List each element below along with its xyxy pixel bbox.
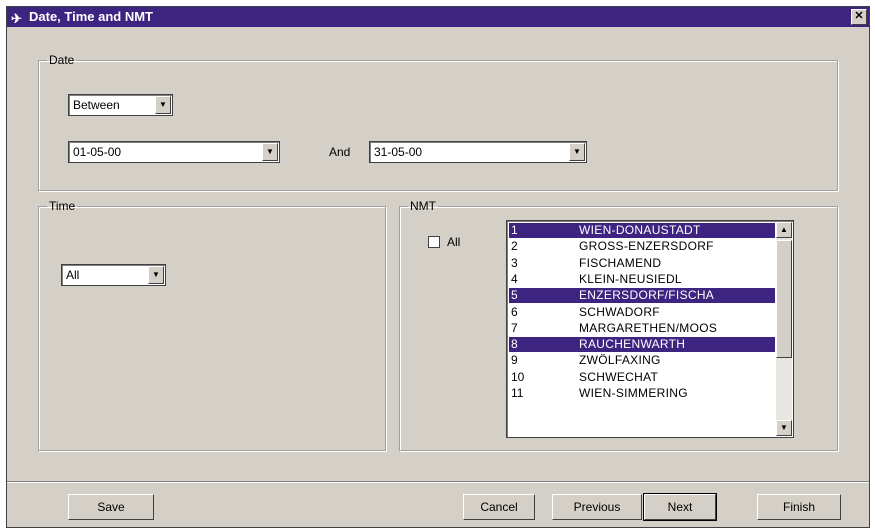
nmt-item-name: GROSS-ENZERSDORF [579,239,714,254]
nmt-all-label: All [447,235,461,249]
airplane-icon: ✈ [11,11,22,26]
nmt-item-name: FISCHAMEND [579,255,662,270]
date-from-select[interactable]: 01-05-00 ▼ [68,141,280,163]
nmt-legend: NMT [410,199,436,213]
nmt-item-number: 7 [511,320,518,335]
window-title: Date, Time and NMT [29,9,154,24]
chevron-down-icon[interactable]: ▼ [569,143,585,161]
nmt-list-item[interactable]: 10 SCHWECHAT [509,370,775,385]
next-button[interactable]: Next [643,493,717,521]
dialog-window: ✈ Date, Time and NMT ✕ Date Between ▼ 01… [6,6,870,528]
date-group: Date [38,53,838,191]
nmt-list-item[interactable]: 5 ENZERSDORF/FISCHA [509,288,775,304]
time-select[interactable]: All ▼ [61,264,166,286]
nmt-item-number: 6 [511,304,518,319]
nmt-item-name: WIEN-SIMMERING [579,386,688,400]
cancel-button[interactable]: Cancel [463,494,535,520]
nmt-item-name: MARGARETHEN/MOOS [579,320,718,335]
nmt-all-checkbox[interactable] [428,236,440,248]
nmt-item-number: 8 [511,337,518,352]
nmt-item-number: 10 [511,369,525,384]
nmt-list-item[interactable]: 9 ZWÖLFAXING [509,353,775,368]
close-icon: ✕ [854,10,864,22]
nmt-item-name: ZWÖLFAXING [579,353,661,368]
date-from-value: 01-05-00 [73,145,122,159]
nmt-list-item[interactable]: 4 KLEIN-NEUSIEDL [509,272,775,287]
scroll-thumb[interactable] [776,240,792,358]
footer-divider [7,481,869,483]
nmt-list-item[interactable]: 8 RAUCHENWARTH [509,337,775,353]
date-mode-value: Between [73,98,120,112]
nmt-item-name: WIEN-DONAUSTADT [579,223,701,237]
nmt-item-name: KLEIN-NEUSIEDL [579,271,682,286]
chevron-down-icon[interactable]: ▼ [262,143,278,161]
nmt-item-number: 9 [511,353,518,368]
finish-button[interactable]: Finish [757,494,841,520]
nmt-list-item[interactable]: 2 GROSS-ENZERSDORF [509,239,775,254]
time-legend: Time [49,199,76,213]
date-to-value: 31-05-00 [374,145,423,159]
nmt-item-number: 3 [511,255,518,270]
nmt-item-number: 2 [511,239,518,254]
nmt-list-item[interactable]: 1 WIEN-DONAUSTADT [509,223,775,238]
nmt-item-name: RAUCHENWARTH [579,337,686,352]
save-button[interactable]: Save [68,494,154,520]
scroll-down-icon[interactable]: ▼ [776,420,792,436]
nmt-list-item[interactable]: 3 FISCHAMEND [509,256,775,271]
previous-button[interactable]: Previous [552,494,642,520]
date-to-select[interactable]: 31-05-00 ▼ [369,141,587,163]
time-value: All [66,268,80,282]
time-group: Time [38,199,386,451]
nmt-list-item[interactable]: 6 SCHWADORF [509,305,775,320]
close-button[interactable]: ✕ [851,9,867,25]
date-legend: Date [49,53,75,67]
nmt-item-number: 1 [511,223,518,237]
nmt-list-item[interactable]: 7 MARGARETHEN/MOOS [509,321,775,336]
chevron-down-icon[interactable]: ▼ [148,266,164,284]
and-label: And [329,145,351,159]
nmt-item-name: SCHWECHAT [579,369,659,384]
title-bar[interactable]: ✈ Date, Time and NMT ✕ [7,7,869,27]
nmt-list-item[interactable]: 11 WIEN-SIMMERING [509,386,775,401]
nmt-item-number: 5 [511,288,518,303]
date-mode-select[interactable]: Between ▼ [68,94,173,116]
nmt-item-name: SCHWADORF [579,304,660,319]
scroll-up-icon[interactable]: ▲ [776,222,792,238]
nmt-item-name: ENZERSDORF/FISCHA [579,288,715,303]
nmt-item-number: 4 [511,271,518,286]
nmt-listbox[interactable]: 1 WIEN-DONAUSTADT 2 GROSS-ENZERSDORF 3 FISCHA… [506,220,794,438]
nmt-item-number: 11 [511,386,524,400]
nmt-scrollbar[interactable]: ▲ ▼ [776,222,792,436]
chevron-down-icon[interactable]: ▼ [155,96,171,114]
